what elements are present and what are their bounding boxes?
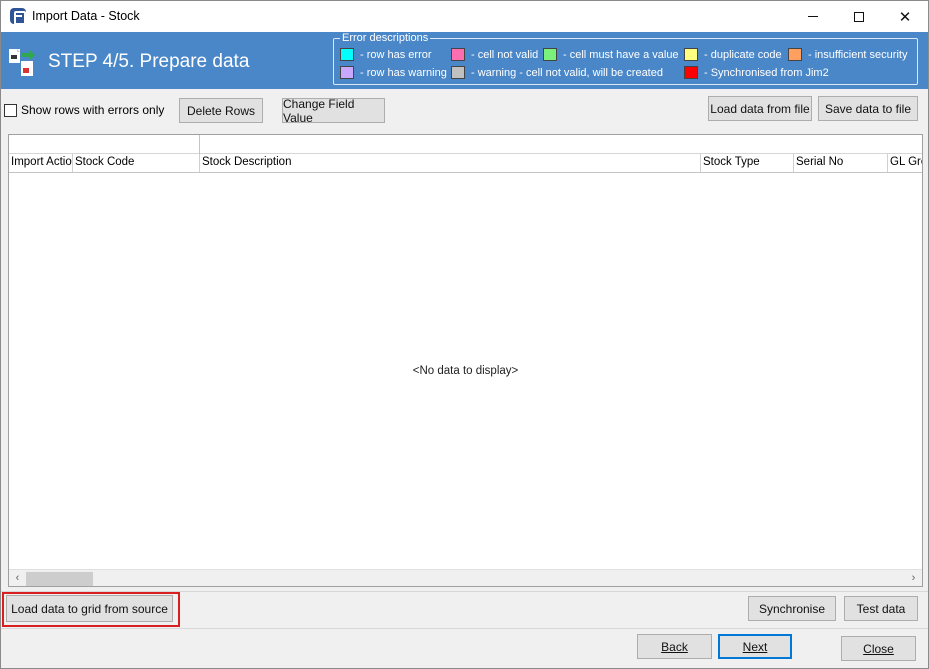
error-swatch — [543, 48, 557, 61]
error-swatch — [340, 66, 354, 79]
error-swatch — [684, 66, 698, 79]
import-document-icon — [9, 49, 35, 76]
show-errors-checkbox[interactable] — [4, 104, 17, 117]
close-button[interactable]: Close — [841, 636, 916, 661]
close-label: Close — [863, 641, 894, 656]
error-label: - row has error — [360, 48, 432, 61]
error-swatch — [451, 66, 465, 79]
load-from-file-button[interactable]: Load data from file — [708, 96, 812, 121]
error-swatch — [788, 48, 802, 61]
error-label: - warning - cell not valid, will be crea… — [471, 66, 663, 79]
error-item-row-warning: - row has warning — [340, 66, 447, 79]
horizontal-scrollbar[interactable]: ‹ › — [9, 569, 922, 586]
back-button[interactable]: Back — [637, 634, 712, 659]
error-item-row-error: - row has error — [340, 48, 432, 61]
grid-toolbar: Show rows with errors only Delete Rows C… — [1, 89, 928, 129]
next-button[interactable]: Next — [718, 634, 792, 659]
column-header-stock-code[interactable]: Stock Code — [73, 154, 200, 172]
error-descriptions-group: Error descriptions - row has error - cel… — [333, 32, 918, 85]
error-item-insufficient-security: - insufficient security — [788, 48, 907, 61]
error-label: - row has warning — [360, 66, 447, 79]
next-label: Next — [742, 639, 768, 654]
error-swatch — [340, 48, 354, 61]
error-item-warning-will-be-created: - warning - cell not valid, will be crea… — [451, 66, 663, 79]
error-swatch — [684, 48, 698, 61]
column-header-gl-group[interactable]: GL Gro — [888, 154, 922, 172]
minimize-icon — [808, 16, 818, 17]
change-field-value-button[interactable]: Change Field Value — [282, 97, 385, 125]
close-icon: ✕ — [898, 8, 912, 26]
error-item-must-have-value: - cell must have a value — [543, 48, 679, 61]
data-grid[interactable]: Import Action Stock Code Stock Descripti… — [8, 134, 923, 587]
error-item-duplicate-code: - duplicate code — [684, 48, 782, 61]
scroll-right-icon[interactable]: › — [905, 570, 922, 587]
grid-header-row: Import Action Stock Code Stock Descripti… — [9, 154, 922, 173]
show-errors-label[interactable]: Show rows with errors only — [21, 103, 164, 117]
app-logo-icon — [10, 8, 26, 25]
error-label: - cell must have a value — [563, 48, 679, 61]
window-title: Import Data - Stock — [32, 9, 140, 23]
column-header-import-action[interactable]: Import Action — [9, 154, 73, 172]
step-title: STEP 4/5. Prepare data — [48, 51, 250, 72]
column-header-stock-type[interactable]: Stock Type — [701, 154, 794, 172]
column-header-stock-description[interactable]: Stock Description — [200, 154, 701, 172]
back-label: Back — [661, 639, 688, 654]
no-data-message: <No data to display> — [412, 365, 519, 377]
title-bar: Import Data - Stock ✕ — [1, 1, 928, 32]
divider — [1, 628, 928, 629]
synchronise-button[interactable]: Synchronise — [748, 596, 836, 621]
maximize-icon — [854, 11, 864, 22]
test-data-button[interactable]: Test data — [844, 596, 918, 621]
error-item-synchronised: - Synchronised from Jim2 — [684, 66, 829, 79]
error-descriptions-title: Error descriptions — [340, 32, 431, 44]
error-item-cell-not-valid: - cell not valid — [451, 48, 538, 61]
minimize-button[interactable] — [790, 1, 836, 32]
error-label: - insufficient security — [808, 48, 908, 61]
close-window-button[interactable]: ✕ — [882, 1, 928, 32]
scroll-left-icon[interactable]: ‹ — [9, 570, 26, 587]
error-label: - cell not valid — [471, 48, 539, 61]
error-swatch — [451, 48, 465, 61]
column-header-serial-no[interactable]: Serial No — [794, 154, 888, 172]
delete-rows-button[interactable]: Delete Rows — [179, 98, 263, 123]
step-banner: STEP 4/5. Prepare data Error description… — [1, 32, 928, 89]
error-label: - duplicate code — [704, 48, 782, 61]
load-from-source-button[interactable]: Load data to grid from source — [6, 595, 173, 622]
maximize-button[interactable] — [836, 1, 882, 32]
grid-band-row — [9, 135, 922, 154]
import-data-window: Import Data - Stock ✕ STEP 4/5. Prepare … — [0, 0, 929, 669]
scrollbar-thumb[interactable] — [26, 572, 93, 586]
error-label: - Synchronised from Jim2 — [704, 66, 829, 79]
save-to-file-button[interactable]: Save data to file — [818, 96, 918, 121]
